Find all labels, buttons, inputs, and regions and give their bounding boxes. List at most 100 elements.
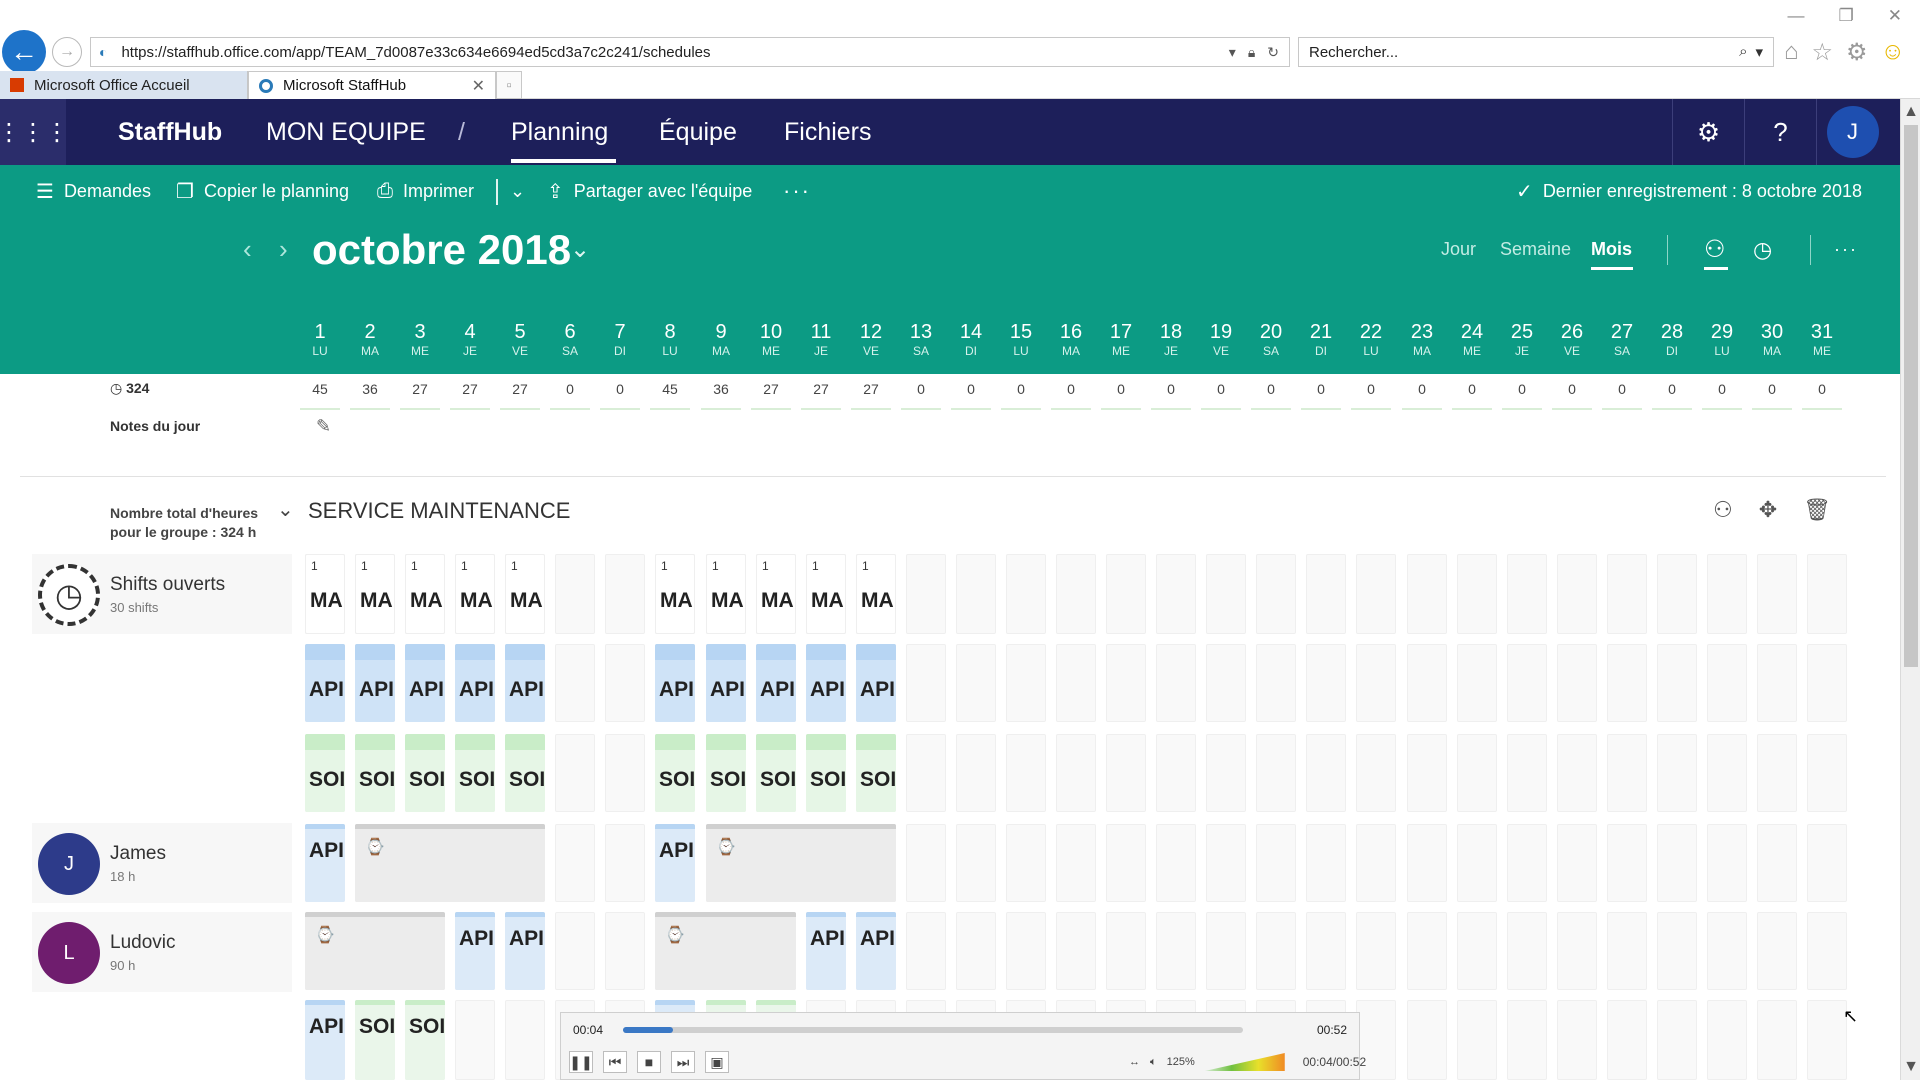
shift-card[interactable]: ⌚ (355, 824, 545, 902)
empty-day-cell[interactable] (1256, 824, 1296, 902)
person-view-icon[interactable]: ⚇ (1704, 217, 1726, 282)
empty-day-cell[interactable] (1256, 912, 1296, 990)
shift-card[interactable]: API (305, 824, 345, 902)
shift-card[interactable]: 1 API (355, 644, 395, 722)
day-header[interactable]: 11 JE (801, 320, 841, 358)
empty-day-cell[interactable] (605, 824, 645, 902)
team-name[interactable]: MON EQUIPE (266, 99, 426, 165)
empty-day-cell[interactable] (1306, 824, 1346, 902)
more-options-icon[interactable]: ··· (1834, 217, 1858, 282)
empty-day-cell[interactable] (1056, 734, 1096, 812)
view-week-button[interactable]: Semaine (1500, 217, 1571, 282)
close-window-icon[interactable]: ✕ (1888, 6, 1902, 26)
pause-icon[interactable]: ❚❚ (569, 1051, 593, 1073)
help-icon[interactable]: ? (1744, 99, 1816, 165)
back-button[interactable]: ← (2, 30, 46, 74)
day-header[interactable]: 7 DI (600, 320, 640, 358)
empty-day-cell[interactable] (1607, 644, 1647, 722)
shift-card[interactable]: 2 SOI (355, 734, 395, 812)
empty-day-cell[interactable] (1106, 734, 1146, 812)
empty-day-cell[interactable] (1256, 644, 1296, 722)
view-day-button[interactable]: Jour (1441, 217, 1476, 282)
day-header[interactable]: 6 SA (550, 320, 590, 358)
empty-day-cell[interactable] (1407, 644, 1447, 722)
shift-card[interactable]: 2 SOI (706, 734, 746, 812)
settings-gear-icon[interactable]: ⚙ (1672, 99, 1744, 165)
shift-card[interactable]: 1 API (756, 644, 796, 722)
empty-day-cell[interactable] (1056, 554, 1096, 634)
tab-fichiers[interactable]: Fichiers (784, 99, 872, 165)
empty-day-cell[interactable] (906, 554, 946, 634)
volume-slider[interactable] (1204, 1053, 1285, 1071)
empty-day-cell[interactable] (555, 734, 595, 812)
empty-day-cell[interactable] (906, 644, 946, 722)
requests-button[interactable]: ☰ Demandes (36, 165, 151, 217)
shift-card[interactable]: 1 SOI (505, 734, 545, 812)
empty-day-cell[interactable] (1757, 554, 1797, 634)
empty-day-cell[interactable] (1106, 912, 1146, 990)
empty-day-cell[interactable] (555, 912, 595, 990)
day-header[interactable]: 27 SA (1602, 320, 1642, 358)
search-dropdown-icon[interactable]: ▾ (1755, 43, 1763, 61)
day-header[interactable]: 22 LU (1351, 320, 1391, 358)
favorites-icon[interactable]: ☆ (1812, 38, 1834, 67)
next-icon[interactable]: ⏭ (671, 1051, 695, 1073)
shift-card[interactable]: API (856, 912, 896, 990)
empty-day-cell[interactable] (1657, 734, 1697, 812)
clock-view-icon[interactable]: ◷ (1753, 217, 1772, 282)
stop-icon[interactable]: ■ (637, 1051, 661, 1073)
empty-day-cell[interactable] (1056, 824, 1096, 902)
empty-day-cell[interactable] (1206, 644, 1246, 722)
empty-day-cell[interactable] (1407, 554, 1447, 634)
empty-day-cell[interactable] (956, 912, 996, 990)
month-title[interactable]: octobre 2018 (312, 217, 571, 282)
shift-card[interactable]: 1 MA (856, 554, 896, 634)
empty-day-cell[interactable] (956, 554, 996, 634)
empty-day-cell[interactable] (1707, 734, 1747, 812)
empty-day-cell[interactable] (1807, 734, 1847, 812)
empty-day-cell[interactable] (1457, 1000, 1497, 1080)
next-month-icon[interactable]: › (279, 217, 288, 282)
empty-day-cell[interactable] (605, 912, 645, 990)
shift-card[interactable]: 1 API (505, 644, 545, 722)
empty-day-cell[interactable] (956, 734, 996, 812)
empty-day-cell[interactable] (605, 734, 645, 812)
shift-card[interactable]: 1 SOI (305, 734, 345, 812)
empty-day-cell[interactable] (1356, 824, 1396, 902)
empty-day-cell[interactable] (555, 554, 595, 634)
empty-day-cell[interactable] (1006, 734, 1046, 812)
empty-day-cell[interactable] (1106, 644, 1146, 722)
empty-day-cell[interactable] (1707, 824, 1747, 902)
brand[interactable]: StaffHub (118, 99, 222, 165)
empty-day-cell[interactable] (1507, 912, 1547, 990)
browser-search[interactable]: Rechercher... ⌕ ▾ (1298, 37, 1774, 67)
empty-day-cell[interactable] (1156, 554, 1196, 634)
day-header[interactable]: 14 DI (951, 320, 991, 358)
empty-day-cell[interactable] (1757, 912, 1797, 990)
day-header[interactable]: 23 MA (1402, 320, 1442, 358)
empty-day-cell[interactable] (1457, 554, 1497, 634)
day-header[interactable]: 3 ME (400, 320, 440, 358)
shift-card[interactable]: 1 SOI (806, 734, 846, 812)
empty-day-cell[interactable] (1657, 644, 1697, 722)
shift-card[interactable]: 1 SOI (856, 734, 896, 812)
shift-card[interactable]: 1 API (856, 644, 896, 722)
empty-day-cell[interactable] (1156, 644, 1196, 722)
shift-card[interactable]: API (305, 1000, 345, 1080)
empty-day-cell[interactable] (1807, 1000, 1847, 1080)
group-name[interactable]: SERVICE MAINTENANCE (308, 498, 570, 524)
forward-button[interactable]: → (52, 37, 82, 67)
day-header[interactable]: 4 JE (450, 320, 490, 358)
empty-day-cell[interactable] (1407, 734, 1447, 812)
empty-day-cell[interactable] (1607, 554, 1647, 634)
shift-card[interactable]: SOI (405, 1000, 445, 1080)
empty-day-cell[interactable] (1006, 912, 1046, 990)
empty-day-cell[interactable] (1006, 644, 1046, 722)
day-header[interactable]: 24 ME (1452, 320, 1492, 358)
empty-day-cell[interactable] (1306, 644, 1346, 722)
empty-day-cell[interactable] (1807, 912, 1847, 990)
open-shifts-member[interactable]: ◷ Shifts ouverts 30 shifts (32, 554, 292, 634)
shift-card[interactable]: 1 API (405, 644, 445, 722)
empty-day-cell[interactable] (1457, 644, 1497, 722)
day-header[interactable]: 12 VE (851, 320, 891, 358)
